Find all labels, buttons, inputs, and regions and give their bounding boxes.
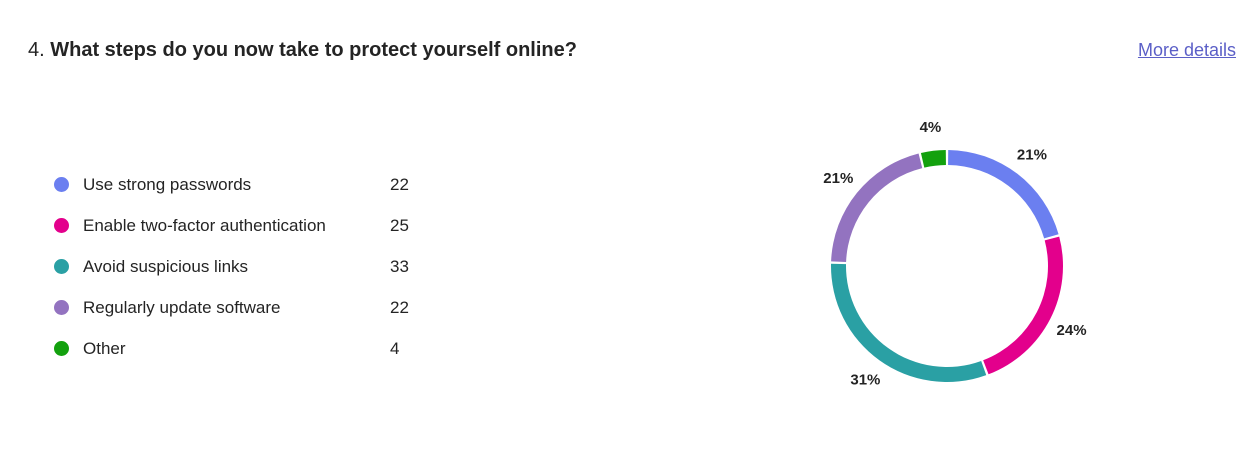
legend-count: 22 (390, 174, 409, 194)
legend-swatch (54, 341, 69, 356)
legend-swatch (54, 259, 69, 274)
legend-item: Use strong passwords 22 (54, 164, 434, 205)
legend-swatch (54, 300, 69, 315)
donut-chart-container: 21% 24% 31% 21% 4% (780, 110, 1120, 410)
slice-percent-label: 24% (1057, 322, 1087, 339)
legend-item: Avoid suspicious links 33 (54, 246, 434, 287)
donut-slice[interactable] (831, 263, 987, 382)
legend-count: 33 (390, 256, 409, 276)
question-number: 4. (28, 39, 45, 61)
legend-label: Avoid suspicious links (83, 256, 249, 276)
legend-item: Other 4 (54, 328, 434, 369)
legend-label: Use strong passwords (83, 174, 252, 194)
slice-percent-label: 21% (1017, 147, 1047, 164)
question-title: 4. What steps do you now take to protect… (28, 36, 577, 64)
donut-slice[interactable] (983, 236, 1063, 375)
legend-count: 4 (390, 338, 400, 358)
more-details-link[interactable]: More details (1138, 37, 1236, 63)
legend-swatch (54, 177, 69, 192)
slice-percent-label: 21% (823, 170, 853, 187)
slice-percent-label: 4% (920, 119, 942, 136)
legend-count: 22 (390, 297, 409, 317)
donut-chart: 21% 24% 31% 21% 4% (823, 119, 1087, 389)
question-text: What steps do you now take to protect yo… (50, 39, 577, 61)
legend-count: 25 (390, 215, 409, 235)
legend-label: Enable two-factor authentication (83, 215, 326, 235)
legend-label: Regularly update software (83, 297, 281, 317)
legend-swatch (54, 218, 69, 233)
slice-percent-label: 31% (850, 372, 880, 389)
legend-label: Other (83, 338, 126, 358)
donut-slice[interactable] (920, 150, 946, 168)
question-card: 4. What steps do you now take to protect… (0, 0, 1256, 457)
legend-item: Regularly update software 22 (54, 287, 434, 328)
chart-legend: Use strong passwords 22 Enable two-factor … (54, 164, 434, 369)
legend-item: Enable two-factor authentication 25 (54, 205, 434, 246)
